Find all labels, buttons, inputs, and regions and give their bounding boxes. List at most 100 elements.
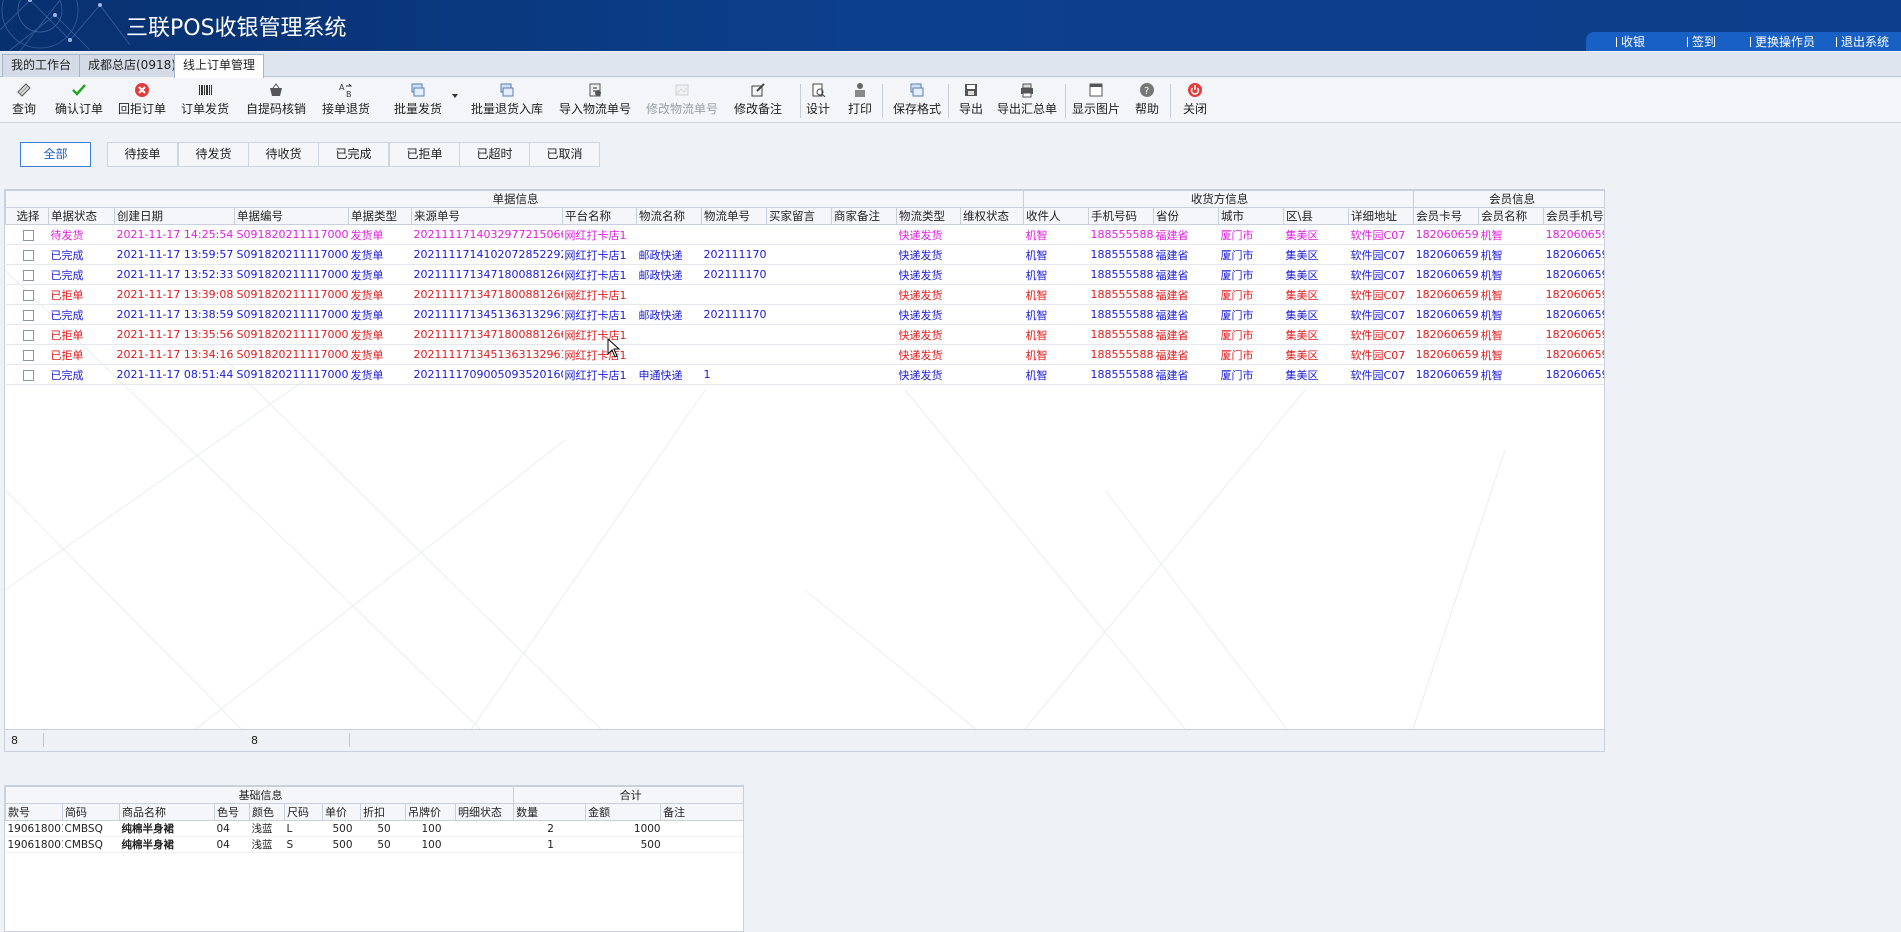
logout-link[interactable]: 退出系统: [1836, 33, 1889, 50]
table-row[interactable]: 待发货 2021-11-17 14:25:54 S0918202111170008 发…: [5, 224, 1604, 245]
table-cell: 集美区: [1283, 364, 1349, 385]
row-checkbox[interactable]: [22, 229, 34, 241]
filter-btn-6[interactable]: 已拒单: [389, 142, 460, 167]
row-checkbox[interactable]: [22, 269, 34, 281]
table-cell: 邮政快递: [636, 244, 702, 265]
row-checkbox[interactable]: [22, 309, 34, 321]
detail-column-header[interactable]: 折扣: [360, 803, 406, 821]
detail-column-header[interactable]: 商品名称: [119, 803, 215, 821]
table-cell: 发货单: [348, 304, 412, 325]
column-header[interactable]: 收件人: [1023, 207, 1090, 225]
detail-column-header[interactable]: 简码: [62, 803, 120, 821]
toolbar-btn-16[interactable]: 导出汇总单: [997, 82, 1057, 117]
tab-workbench[interactable]: 我的工作台: [2, 54, 81, 77]
toolbar-btn-6[interactable]: A B 接单退货: [322, 82, 370, 117]
detail-row[interactable]: 190618001 CMBSQ 纯棉半身裙 04 浅蓝 S 500 50 100 1 500: [5, 836, 743, 853]
toolbar-btn-13[interactable]: 打印: [848, 82, 872, 117]
toolbar-btn-2[interactable]: 确认订单: [55, 82, 103, 117]
change-operator-link[interactable]: 更换操作员: [1750, 33, 1815, 50]
column-header[interactable]: 城市: [1218, 207, 1285, 225]
column-header[interactable]: 会员名称: [1478, 207, 1545, 225]
column-header[interactable]: 物流类型: [896, 207, 961, 225]
detail-column-header[interactable]: 吊牌价: [405, 803, 456, 821]
detail-column-header[interactable]: 金额: [585, 803, 662, 821]
column-header[interactable]: 平台名称: [562, 207, 637, 225]
tab-online-orders[interactable]: 线上订单管理: [174, 54, 265, 78]
filter-btn-4[interactable]: 待收货: [248, 142, 319, 167]
column-header[interactable]: 来源单号: [411, 207, 563, 225]
table-cell: 快递发货: [896, 324, 961, 345]
column-header[interactable]: 会员手机号: [1543, 207, 1604, 225]
table-cell: 已拒单: [48, 324, 115, 345]
orders-grid: 单据信息 收货方信息 会员信息 选择 单据状态 创建日期 单据编号 单据类型 来源单号 平台…: [4, 189, 1605, 752]
table-cell: 发货单: [348, 224, 412, 245]
detail-column-header[interactable]: 款号: [5, 803, 63, 821]
detail-column-header[interactable]: 数量: [513, 803, 587, 821]
tab-store[interactable]: 成都总店(0918): [79, 54, 185, 77]
row-checkbox[interactable]: [22, 289, 34, 301]
column-header[interactable]: 单据编号: [234, 207, 349, 225]
column-header[interactable]: 区\县: [1283, 207, 1350, 225]
column-header[interactable]: 会员卡号: [1413, 207, 1480, 225]
toolbar-btn-9[interactable]: 导入物流单号: [559, 82, 631, 117]
filter-btn-3[interactable]: 待发货: [178, 142, 249, 167]
column-header[interactable]: 详细地址: [1348, 207, 1415, 225]
detail-column-header[interactable]: 明细状态: [454, 803, 515, 821]
row-checkbox[interactable]: [22, 349, 34, 361]
filter-btn-2[interactable]: 待接单: [107, 142, 178, 167]
table-row[interactable]: 已拒单 2021-11-17 13:39:08 S0918202111170005 发…: [5, 284, 1604, 305]
edit-icon: [750, 82, 766, 98]
detail-column-header[interactable]: 备注: [660, 803, 743, 821]
table-cell: 网红打卡店1: [562, 224, 637, 245]
filter-btn-8[interactable]: 已取消: [529, 142, 600, 167]
column-header[interactable]: 选择: [5, 207, 49, 225]
toolbar-btn-17[interactable]: 显示图片: [1072, 82, 1120, 117]
toolbar-btn-5[interactable]: 自提码核销: [246, 82, 306, 117]
table-row[interactable]: 已完成 2021-11-17 08:51:44 S0918202111170001 发…: [5, 364, 1604, 385]
column-header[interactable]: 创建日期: [114, 207, 235, 225]
toolbar-btn-18[interactable]: ? 帮助: [1135, 82, 1159, 117]
cashier-link[interactable]: 收银: [1616, 33, 1645, 50]
dropdown-arrow-icon[interactable]: [452, 94, 458, 98]
table-row[interactable]: 已拒单 2021-11-17 13:35:56 S0918202111170003 发…: [5, 324, 1604, 345]
toolbar-btn-15[interactable]: 导出: [959, 82, 983, 117]
detail-column-header[interactable]: 尺码: [284, 803, 323, 821]
table-row[interactable]: 已完成 2021-11-17 13:52:33 S0918202111170006 发…: [5, 264, 1604, 285]
toolbar-btn-4[interactable]: 订单发货: [181, 82, 229, 117]
row-checkbox[interactable]: [22, 329, 34, 341]
toolbar-btn-14[interactable]: 保存格式: [893, 82, 941, 117]
column-header[interactable]: 买家留言: [766, 207, 832, 225]
toolbar-btn-11[interactable]: 修改备注: [734, 82, 782, 117]
table-row[interactable]: 已拒单 2021-11-17 13:34:16 S0918202111170002 发…: [5, 344, 1604, 365]
table-row[interactable]: 已完成 2021-11-17 13:59:57 S0918202111170007 发…: [5, 244, 1604, 265]
detail-column-header[interactable]: 色号: [214, 803, 250, 821]
column-header[interactable]: 物流单号: [701, 207, 767, 225]
toolbar-btn-7[interactable]: 批量发货: [394, 82, 442, 117]
filter-btn-1[interactable]: 全部: [20, 142, 91, 167]
column-header[interactable]: 省份: [1153, 207, 1220, 225]
column-header[interactable]: 维权状态: [959, 207, 1025, 225]
table-cell: 1: [701, 364, 767, 385]
toolbar-btn-19[interactable]: 关闭: [1183, 82, 1207, 117]
signin-link[interactable]: 签到: [1687, 33, 1716, 50]
toolbar-btn-3[interactable]: 回拒订单: [118, 82, 166, 117]
filter-btn-5[interactable]: 已完成: [318, 142, 389, 167]
table-cell: 1820606594: [1543, 364, 1604, 385]
column-header[interactable]: 商家备注: [831, 207, 897, 225]
column-header[interactable]: 单据类型: [348, 207, 412, 225]
detail-column-header[interactable]: 颜色: [249, 803, 285, 821]
toolbar-btn-8[interactable]: 批量退货入库: [471, 82, 543, 117]
row-checkbox[interactable]: [22, 369, 34, 381]
toolbar-btn-12[interactable]: 设计: [806, 82, 830, 117]
table-row[interactable]: 已完成 2021-11-17 13:38:59 S0918202111170004 发…: [5, 304, 1604, 325]
column-header[interactable]: 物流名称: [636, 207, 702, 225]
row-checkbox[interactable]: [22, 249, 34, 261]
detail-row[interactable]: 190618001 CMBSQ 纯棉半身裙 04 浅蓝 L 500 50 100 2 1000: [5, 820, 743, 837]
table-cell: 快递发货: [896, 304, 961, 325]
toolbar-btn-1[interactable]: 查询: [12, 82, 36, 117]
filter-btn-7[interactable]: 已超时: [459, 142, 530, 167]
detail-column-header[interactable]: 单价: [322, 803, 361, 821]
column-header[interactable]: 手机号码: [1088, 207, 1155, 225]
column-header[interactable]: 单据状态: [48, 207, 115, 225]
table-cell: [701, 284, 767, 305]
